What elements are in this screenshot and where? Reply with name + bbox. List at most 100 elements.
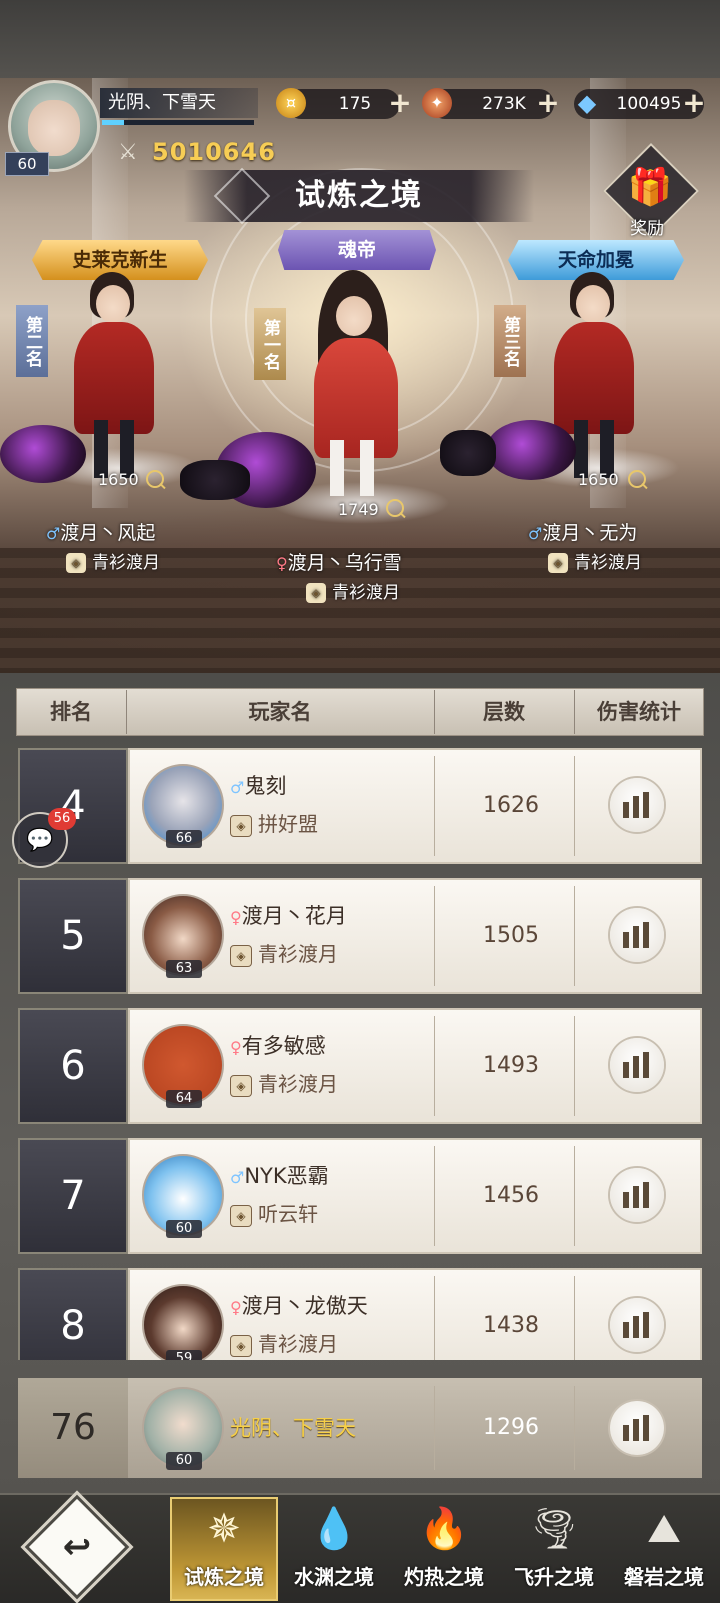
female-icon: ♀ (230, 1298, 242, 1317)
podium-score-first: 1749 (338, 500, 379, 519)
podium-name-first[interactable]: ♀渡月丶乌行雪 (276, 548, 402, 575)
rank-tag-third: 第三名 (494, 305, 526, 377)
tab-ascend-label: 飞升之境 (514, 1565, 594, 1589)
add-token-button[interactable]: + (534, 88, 562, 118)
magnifier-icon[interactable] (628, 470, 646, 488)
row-divider (574, 1016, 575, 1116)
tab-rock[interactable]: ⛰ 磐岩之境 (610, 1497, 718, 1601)
tab-rock-label: 磐岩之境 (624, 1565, 704, 1589)
row-player-name-text: 渡月丶花月 (241, 904, 347, 928)
damage-stats-button[interactable] (610, 1401, 664, 1455)
character-head (96, 285, 130, 323)
crossed-swords-icon: ⚔ (118, 140, 138, 165)
gift-icon: 🎁 (627, 167, 673, 208)
row-player-name-text: 鬼刻 (244, 774, 287, 798)
row-guild: ◈ 听云轩 (230, 1198, 318, 1227)
podium-name-first-text: 渡月丶乌行雪 (287, 552, 402, 574)
row-floor: 1438 (483, 1313, 539, 1338)
avatar[interactable] (142, 1284, 224, 1360)
avatar-level: 64 (166, 1090, 202, 1108)
character-head (336, 296, 372, 336)
row-divider (434, 1276, 435, 1360)
female-icon: ♀ (230, 1038, 242, 1057)
rank-tag-second: 第二名 (16, 305, 48, 377)
magnifier-icon[interactable] (146, 470, 164, 488)
character-leg (360, 440, 374, 496)
row-guild-text: 拼好盟 (258, 812, 318, 836)
podium-guild-first-text: 青衫渡月 (332, 583, 400, 603)
row-rank-cell: 5 (18, 878, 128, 994)
status-strip (0, 0, 720, 78)
bar-chart-icon (623, 792, 651, 818)
magnifier-icon[interactable] (386, 499, 404, 517)
add-diamond-button[interactable]: + (680, 88, 708, 118)
chat-bubble-icon: 💬 (26, 828, 54, 853)
character-coat (74, 322, 154, 434)
column-player: 玩家名 (248, 700, 312, 724)
add-gold-button[interactable]: + (386, 88, 414, 118)
row-guild-text: 听云轩 (258, 1202, 318, 1226)
reward-label: 奖励 (630, 219, 664, 239)
back-arrow-icon: ↩ (62, 1527, 92, 1567)
damage-stats-button[interactable] (610, 1038, 664, 1092)
table-row[interactable]: 5 63 ♀渡月丶花月 ◈ 青衫渡月 1505 (18, 878, 702, 994)
podium-guild-second: ◈ 青衫渡月 (66, 548, 160, 573)
tab-water[interactable]: 💧 水渊之境 (280, 1497, 388, 1601)
dragon-tail (180, 460, 250, 500)
column-damage: 伤害统计 (597, 700, 681, 724)
tab-ascend[interactable]: 🌪 飞升之境 (500, 1497, 608, 1601)
row-rank: 5 (60, 913, 86, 959)
guild-shield-icon: ◈ (306, 583, 326, 603)
damage-stats-button[interactable] (610, 1168, 664, 1222)
row-rank: 8 (60, 1303, 86, 1349)
row-divider (574, 1276, 575, 1360)
row-rank-cell: 6 (18, 1008, 128, 1124)
podium-score-second: 1650 (98, 470, 139, 489)
my-rank-row[interactable]: 76 60 光阴、下雪天 1296 (18, 1378, 702, 1478)
row-rank-cell: 8 (18, 1268, 128, 1360)
dragon-pet (486, 420, 576, 480)
row-rank: 6 (60, 1043, 86, 1089)
table-row[interactable]: 4 66 ♂鬼刻 ◈ 拼好盟 1626 (18, 748, 702, 864)
row-guild-text: 青衫渡月 (258, 1332, 338, 1356)
character-dress (314, 338, 398, 458)
table-row[interactable]: 6 64 ♀有多敏感 ◈ 青衫渡月 1493 (18, 1008, 702, 1124)
podium-name-third[interactable]: ♂渡月丶无为 (528, 518, 637, 545)
row-divider (434, 1146, 435, 1246)
podium-guild-first: ◈ 青衫渡月 (306, 578, 400, 603)
xp-bar-fill (102, 120, 124, 125)
damage-stats-button[interactable] (610, 778, 664, 832)
character-leg (330, 440, 344, 496)
row-player-name-text: NYK恶霸 (244, 1164, 329, 1188)
diamond-icon: ◆ (577, 89, 597, 117)
damage-stats-button[interactable] (610, 908, 664, 962)
guild-shield-icon: ◈ (230, 1334, 252, 1357)
currency-gold-value: 175 (338, 94, 372, 114)
damage-stats-button[interactable] (610, 1298, 664, 1352)
compass-token-icon: ✦ (422, 88, 452, 118)
tab-water-label: 水渊之境 (294, 1565, 374, 1589)
my-floor: 1296 (483, 1415, 539, 1440)
row-rank: 7 (60, 1173, 86, 1219)
currency-diamond-value: 100495 (616, 94, 682, 114)
bar-chart-icon (623, 1182, 651, 1208)
character-head (576, 285, 610, 323)
row-divider (434, 1016, 435, 1116)
tab-fire-label: 灼热之境 (404, 1565, 484, 1589)
my-rank: 76 (50, 1407, 96, 1448)
chat-unread-badge: 56 (48, 808, 76, 830)
tornado-icon: 🌪 (528, 1506, 580, 1552)
row-rank-cell: 7 (18, 1138, 128, 1254)
row-guild: ◈ 青衫渡月 (230, 1328, 338, 1357)
row-player-name: ♂NYK恶霸 (230, 1160, 329, 1190)
tab-trial[interactable]: ✵ 试炼之境 (170, 1497, 278, 1601)
table-row[interactable]: 8 59 ♀渡月丶龙傲天 ◈ 青衫渡月 1438 (18, 1268, 702, 1360)
bar-chart-icon (623, 922, 651, 948)
tab-fire[interactable]: 🔥 灼热之境 (390, 1497, 498, 1601)
table-row[interactable]: 7 60 ♂NYK恶霸 ◈ 听云轩 1456 (18, 1138, 702, 1254)
row-divider (574, 756, 575, 856)
title-badge-first: 魂帝 (278, 230, 436, 270)
row-guild: ◈ 拼好盟 (230, 808, 318, 837)
podium-name-second[interactable]: ♂渡月丶风起 (46, 518, 155, 545)
row-floor: 1456 (483, 1183, 539, 1208)
